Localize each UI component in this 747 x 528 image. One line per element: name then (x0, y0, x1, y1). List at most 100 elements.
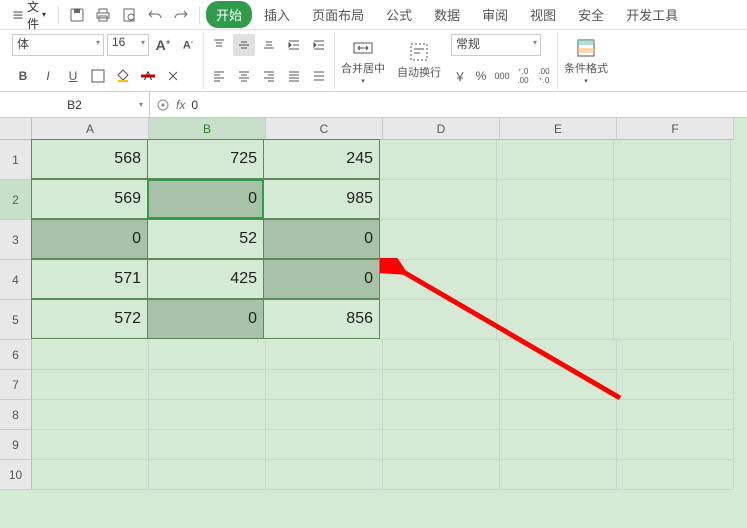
fill-color-icon[interactable] (112, 65, 134, 87)
cell-D8[interactable] (383, 400, 500, 430)
cell-A6[interactable] (32, 340, 149, 370)
clear-format-icon[interactable] (162, 65, 184, 87)
cell-D7[interactable] (383, 370, 500, 400)
row-header-9[interactable]: 9 (0, 430, 32, 460)
cell-E10[interactable] (500, 460, 617, 490)
percent-icon[interactable]: % (472, 65, 490, 87)
currency-icon[interactable]: ￥ (451, 65, 469, 87)
cell-A1[interactable]: 568 (31, 139, 148, 179)
row-header-6[interactable]: 6 (0, 340, 32, 370)
file-menu[interactable]: 文件 ▾ (6, 0, 52, 34)
cell-B1[interactable]: 725 (147, 139, 264, 179)
font-size-select[interactable]: 16 (107, 34, 149, 56)
cell-E6[interactable] (500, 340, 617, 370)
trace-icon[interactable] (156, 98, 170, 112)
cell-A2[interactable]: 569 (31, 179, 148, 219)
tab-insert[interactable]: 插入 (254, 1, 300, 28)
cell-C7[interactable] (266, 370, 383, 400)
tab-view[interactable]: 视图 (520, 1, 566, 28)
cell-E4[interactable] (497, 260, 614, 300)
row-header-1[interactable]: 1 (0, 140, 32, 180)
cell-D9[interactable] (383, 430, 500, 460)
cell-E7[interactable] (500, 370, 617, 400)
column-header-E[interactable]: E (500, 118, 617, 140)
cell-F6[interactable] (617, 340, 734, 370)
column-header-A[interactable]: A (32, 118, 149, 140)
align-middle-icon[interactable] (233, 34, 255, 56)
align-right-icon[interactable] (258, 65, 280, 87)
row-header-8[interactable]: 8 (0, 400, 32, 430)
column-header-B[interactable]: B (149, 118, 266, 140)
indent-increase-icon[interactable] (308, 34, 330, 56)
row-header-3[interactable]: 3 (0, 220, 32, 260)
cell-B4[interactable]: 425 (147, 259, 264, 299)
cell-B6[interactable] (149, 340, 266, 370)
cell-E1[interactable] (497, 140, 614, 180)
save-icon[interactable] (65, 3, 89, 27)
cell-A3[interactable]: 0 (31, 219, 148, 259)
align-left-icon[interactable] (208, 65, 230, 87)
cell-A9[interactable] (32, 430, 149, 460)
cell-F3[interactable] (614, 220, 731, 260)
cell-C8[interactable] (266, 400, 383, 430)
row-header-5[interactable]: 5 (0, 300, 32, 340)
font-color-icon[interactable]: A (137, 65, 159, 87)
cell-B3[interactable]: 52 (147, 219, 264, 259)
formula-value[interactable]: 0 (191, 98, 198, 112)
cell-B10[interactable] (149, 460, 266, 490)
cell-C9[interactable] (266, 430, 383, 460)
name-box[interactable]: B2 (0, 92, 150, 117)
number-format-select[interactable]: 常规 (451, 34, 541, 56)
print-icon[interactable] (91, 3, 115, 27)
tab-page-layout[interactable]: 页面布局 (302, 1, 374, 28)
cell-A4[interactable]: 571 (31, 259, 148, 299)
column-header-D[interactable]: D (383, 118, 500, 140)
bold-icon[interactable]: B (12, 65, 34, 87)
cell-B5[interactable]: 0 (147, 299, 264, 339)
cell-E8[interactable] (500, 400, 617, 430)
tab-review[interactable]: 审阅 (472, 1, 518, 28)
cell-A10[interactable] (32, 460, 149, 490)
cell-D2[interactable] (380, 180, 497, 220)
fx-label[interactable]: fx (176, 98, 185, 112)
cell-C5[interactable]: 856 (263, 299, 380, 339)
cell-F9[interactable] (617, 430, 734, 460)
distribute-icon[interactable] (308, 65, 330, 87)
cells-area[interactable]: 5687252455690985052057142505720856 (32, 140, 734, 490)
cell-B7[interactable] (149, 370, 266, 400)
cell-D6[interactable] (383, 340, 500, 370)
cell-C6[interactable] (266, 340, 383, 370)
decrease-decimal-icon[interactable]: .00⁺.0 (535, 65, 553, 87)
italic-icon[interactable]: I (37, 65, 59, 87)
cell-E9[interactable] (500, 430, 617, 460)
cell-D10[interactable] (383, 460, 500, 490)
row-header-2[interactable]: 2 (0, 180, 32, 220)
increase-font-icon[interactable]: A+ (152, 34, 174, 56)
cell-C1[interactable]: 245 (263, 139, 380, 179)
tab-developer[interactable]: 开发工具 (616, 1, 688, 28)
conditional-format-button[interactable]: 条件格式▾ (558, 32, 614, 89)
cell-F4[interactable] (614, 260, 731, 300)
row-header-10[interactable]: 10 (0, 460, 32, 490)
cell-A5[interactable]: 572 (31, 299, 148, 339)
cell-C10[interactable] (266, 460, 383, 490)
merge-center-button[interactable]: 合并居中▾ (335, 32, 391, 89)
cell-A7[interactable] (32, 370, 149, 400)
cell-B8[interactable] (149, 400, 266, 430)
cell-C2[interactable]: 985 (263, 179, 380, 219)
tab-data[interactable]: 数据 (424, 1, 470, 28)
cell-B9[interactable] (149, 430, 266, 460)
cell-D1[interactable] (380, 140, 497, 180)
align-center-icon[interactable] (233, 65, 255, 87)
indent-decrease-icon[interactable] (283, 34, 305, 56)
row-header-7[interactable]: 7 (0, 370, 32, 400)
underline-icon[interactable]: U (62, 65, 84, 87)
cell-F5[interactable] (614, 300, 731, 340)
tab-security[interactable]: 安全 (568, 1, 614, 28)
wrap-text-button[interactable]: 自动换行 (391, 32, 447, 89)
cell-C4[interactable]: 0 (263, 259, 380, 299)
tab-home[interactable]: 开始 (206, 1, 252, 28)
cell-F8[interactable] (617, 400, 734, 430)
cell-D3[interactable] (380, 220, 497, 260)
cell-D4[interactable] (380, 260, 497, 300)
